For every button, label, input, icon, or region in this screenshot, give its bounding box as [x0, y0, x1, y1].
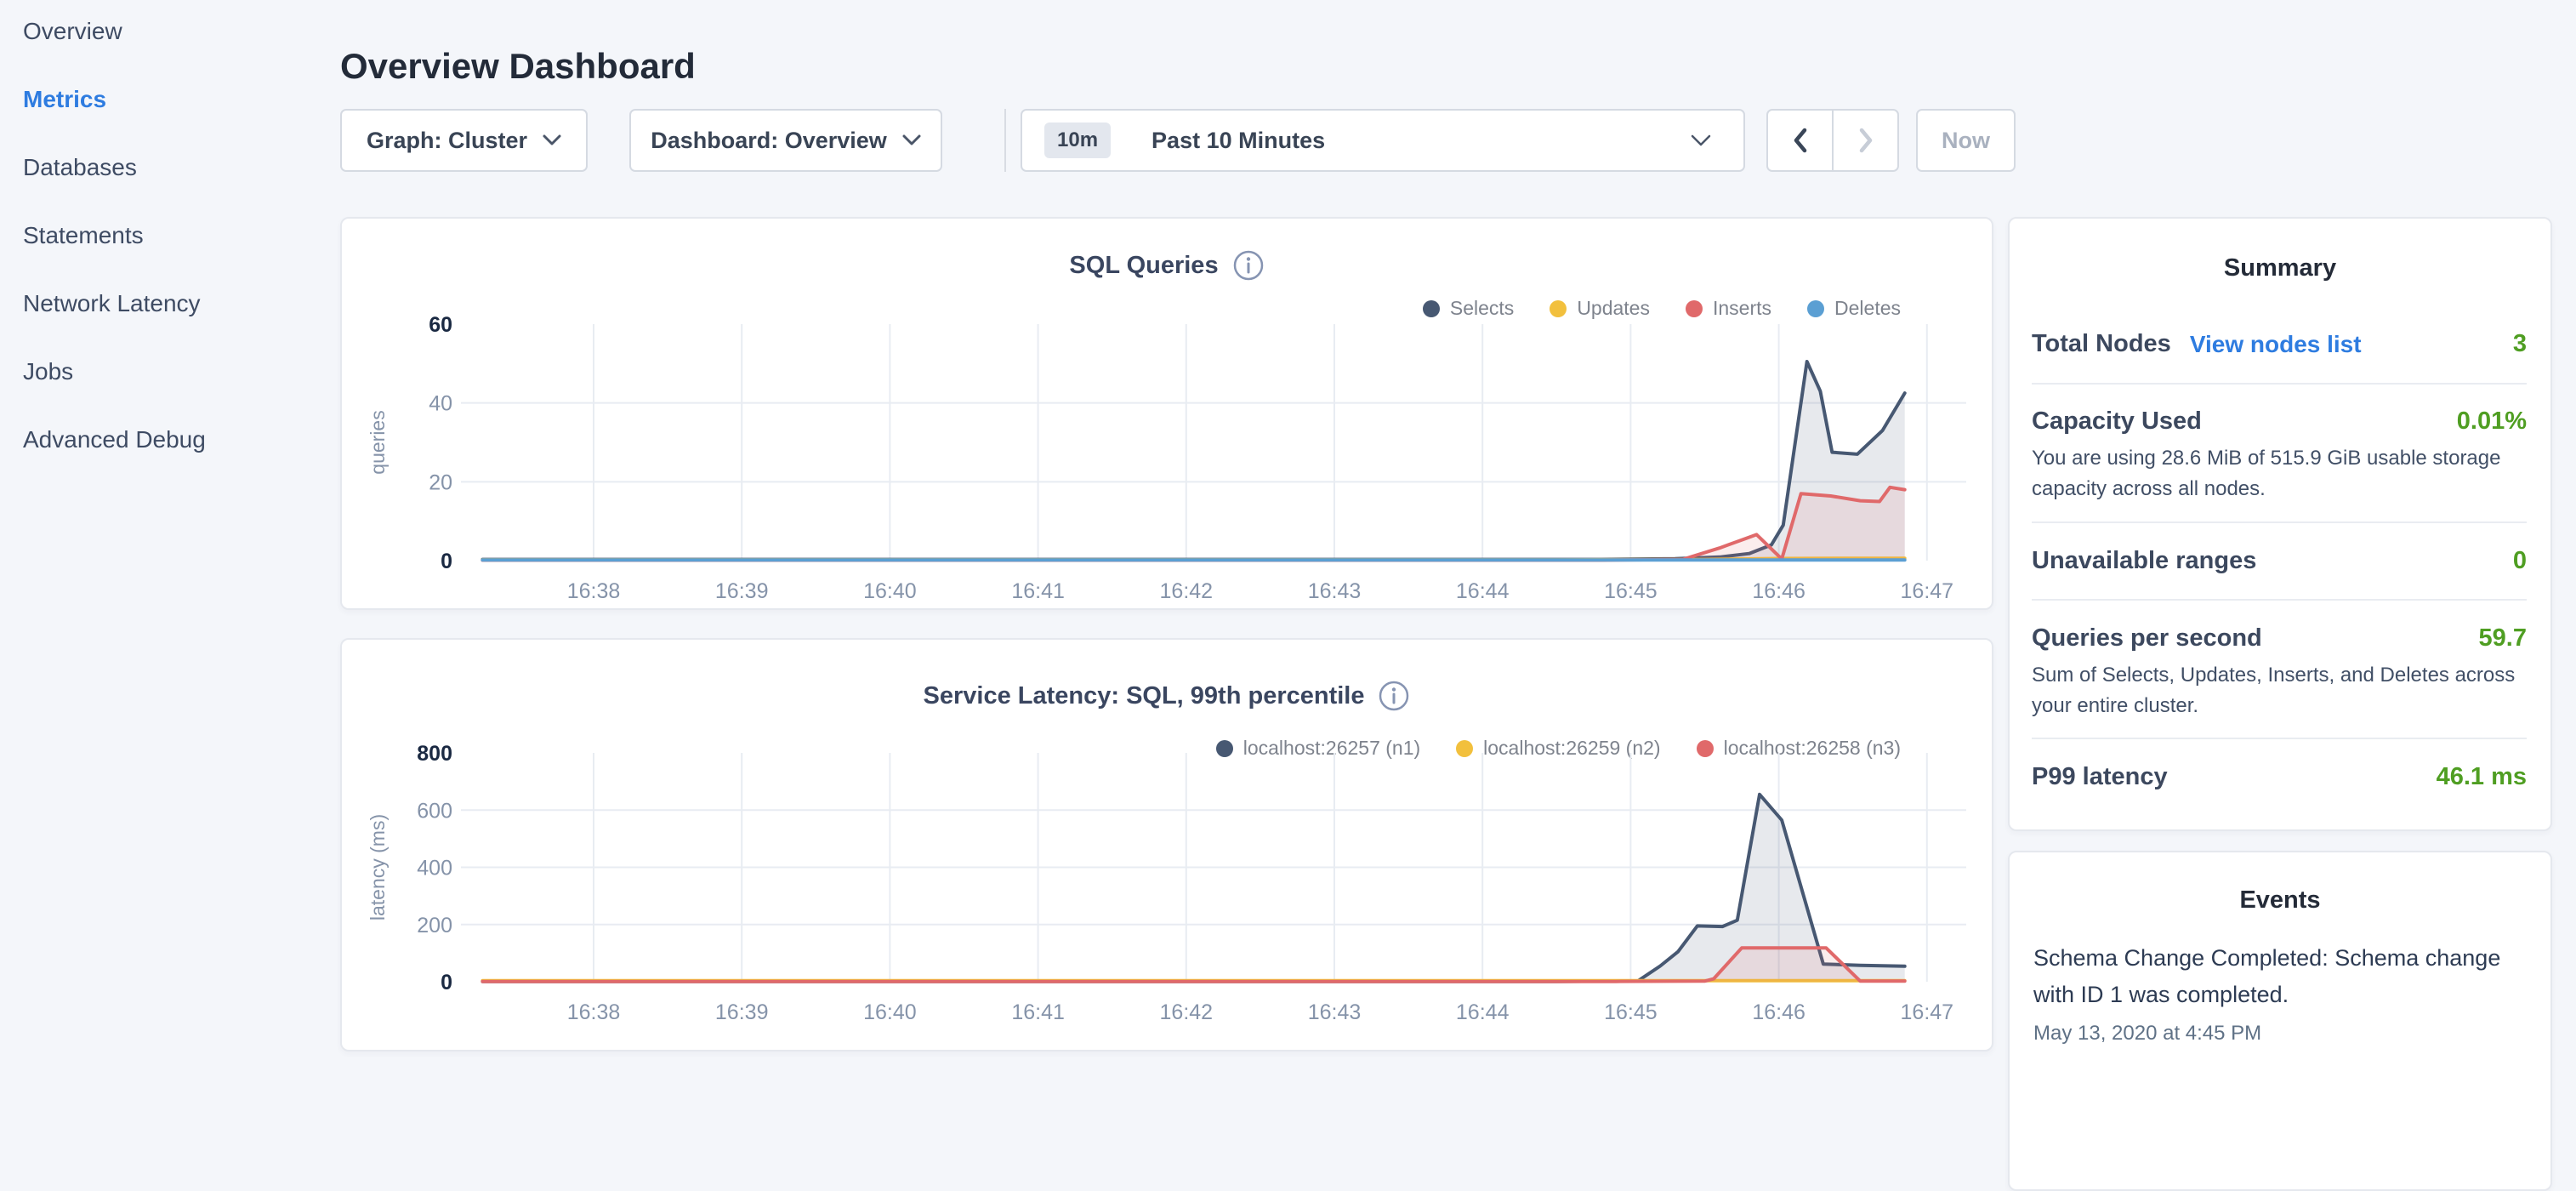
time-range-badge: 10m [1044, 123, 1111, 158]
series-area-localhost-26257-n1 [482, 795, 1904, 982]
total-nodes-value: 3 [2513, 330, 2527, 358]
chevron-left-icon [1789, 126, 1811, 155]
x-tick-label: 16:41 [1011, 1000, 1065, 1024]
y-axis-unit-label: latency (ms) [367, 814, 389, 920]
x-tick-label: 16:44 [1456, 579, 1510, 603]
dashboard-dropdown[interactable]: Dashboard: Overview [629, 109, 942, 172]
capacity-used-value: 0.01% [2457, 407, 2527, 436]
x-tick-label: 16:47 [1901, 1000, 1954, 1024]
x-tick-label: 16:39 [715, 579, 769, 603]
x-tick-label: 16:38 [567, 1000, 621, 1024]
divider [2032, 521, 2527, 523]
chevron-right-icon [1855, 126, 1877, 155]
event-message[interactable]: Schema Change Completed: Schema change w… [2033, 940, 2528, 1013]
x-tick-label: 16:45 [1604, 579, 1658, 603]
unavailable-ranges-value: 0 [2513, 547, 2527, 575]
divider [2032, 599, 2527, 601]
series-area-inserts [482, 487, 1904, 561]
sidebar-item-statements[interactable]: Statements [23, 223, 206, 248]
graph-scope-dropdown[interactable]: Graph: Cluster [340, 109, 588, 172]
time-range-dropdown[interactable]: 10m Past 10 Minutes [1021, 109, 1745, 172]
view-nodes-list-link[interactable]: View nodes list [2190, 331, 2362, 358]
events-panel: Events Schema Change Completed: Schema c… [2008, 851, 2552, 1191]
x-tick-label: 16:46 [1752, 579, 1805, 603]
dashboard-label: Dashboard: Overview [651, 128, 887, 154]
event-timestamp: May 13, 2020 at 4:45 PM [2033, 1022, 2261, 1046]
x-tick-label: 16:43 [1308, 1000, 1362, 1024]
x-tick-label: 16:40 [863, 579, 917, 603]
x-tick-label: 16:41 [1011, 579, 1065, 603]
sidebar-item-network-latency[interactable]: Network Latency [23, 291, 206, 316]
p99-latency-label: P99 latency [2032, 763, 2168, 791]
series-area-selects [482, 362, 1904, 561]
page-title: Overview Dashboard [340, 46, 696, 87]
unavailable-ranges-label: Unavailable ranges [2032, 547, 2256, 575]
sidebar-item-overview[interactable]: Overview [23, 19, 206, 43]
service-latency-chart-card: Service Latency: SQL, 99th percentile lo… [340, 638, 1993, 1051]
y-tick-label: 800 [417, 742, 452, 766]
sidebar: Overview Metrics Databases Statements Ne… [23, 19, 206, 452]
x-tick-label: 16:43 [1308, 579, 1362, 603]
chevron-down-icon [543, 134, 561, 146]
x-tick-label: 16:39 [715, 1000, 769, 1024]
time-range-label: Past 10 Minutes [1152, 128, 1325, 154]
sidebar-item-advanced-debug[interactable]: Advanced Debug [23, 427, 206, 452]
sidebar-item-jobs[interactable]: Jobs [23, 359, 206, 384]
graph-scope-label: Graph: Cluster [367, 128, 527, 154]
total-nodes-label: Total Nodes [2032, 330, 2171, 358]
y-tick-label: 0 [441, 971, 452, 994]
y-tick-label: 40 [429, 392, 452, 416]
series-line-selects [482, 362, 1904, 560]
queries-per-second-label: Queries per second [2032, 624, 2262, 652]
time-step-buttons [1766, 109, 1899, 172]
time-forward-button[interactable] [1833, 109, 1899, 172]
capacity-used-label: Capacity Used [2032, 407, 2202, 436]
chevron-down-icon [902, 134, 921, 146]
x-tick-label: 16:46 [1752, 1000, 1805, 1024]
y-axis-unit-label: queries [367, 410, 389, 474]
x-tick-label: 16:40 [863, 1000, 917, 1024]
events-title: Events [2010, 886, 2550, 915]
summary-title: Summary [2010, 254, 2550, 282]
x-tick-label: 16:42 [1160, 1000, 1214, 1024]
queries-per-second-description: Sum of Selects, Updates, Inserts, and De… [2032, 660, 2530, 721]
service-latency-plot: 0 200 400 600 800 16:38 16:39 16:40 16:41 16:42 16… [342, 640, 1995, 1053]
sidebar-item-metrics[interactable]: Metrics [23, 87, 206, 111]
y-tick-label: 20 [429, 470, 452, 494]
x-tick-label: 16:47 [1901, 579, 1954, 603]
y-tick-label: 600 [417, 799, 452, 823]
y-tick-label: 200 [417, 914, 452, 937]
divider [2032, 738, 2527, 739]
queries-per-second-value: 59.7 [2479, 624, 2527, 652]
summary-panel: Summary Total Nodes View nodes list 3 Ca… [2008, 217, 2552, 831]
x-tick-label: 16:44 [1456, 1000, 1510, 1024]
capacity-used-description: You are using 28.6 MiB of 515.9 GiB usab… [2032, 443, 2530, 504]
x-tick-label: 16:38 [567, 579, 621, 603]
p99-latency-value: 46.1 ms [2437, 763, 2527, 791]
sidebar-item-databases[interactable]: Databases [23, 155, 206, 180]
now-button-label: Now [1942, 128, 1990, 154]
sql-queries-chart-card: SQL Queries SelectsUpdatesInsertsDeletes… [340, 217, 1993, 610]
now-button[interactable]: Now [1916, 109, 2016, 172]
time-back-button[interactable] [1766, 109, 1833, 172]
sql-queries-plot: 0 20 40 60 16:38 16:39 16:40 16:41 16:42 16:43 16:… [342, 219, 1995, 612]
y-tick-label: 60 [429, 313, 452, 337]
y-tick-label: 0 [441, 550, 452, 573]
chevron-down-icon [1691, 134, 1711, 147]
x-tick-label: 16:45 [1604, 1000, 1658, 1024]
divider [2032, 383, 2527, 385]
y-tick-label: 400 [417, 857, 452, 880]
controls-divider [1004, 109, 1006, 172]
x-tick-label: 16:42 [1160, 579, 1214, 603]
series-line-inserts [482, 487, 1904, 561]
